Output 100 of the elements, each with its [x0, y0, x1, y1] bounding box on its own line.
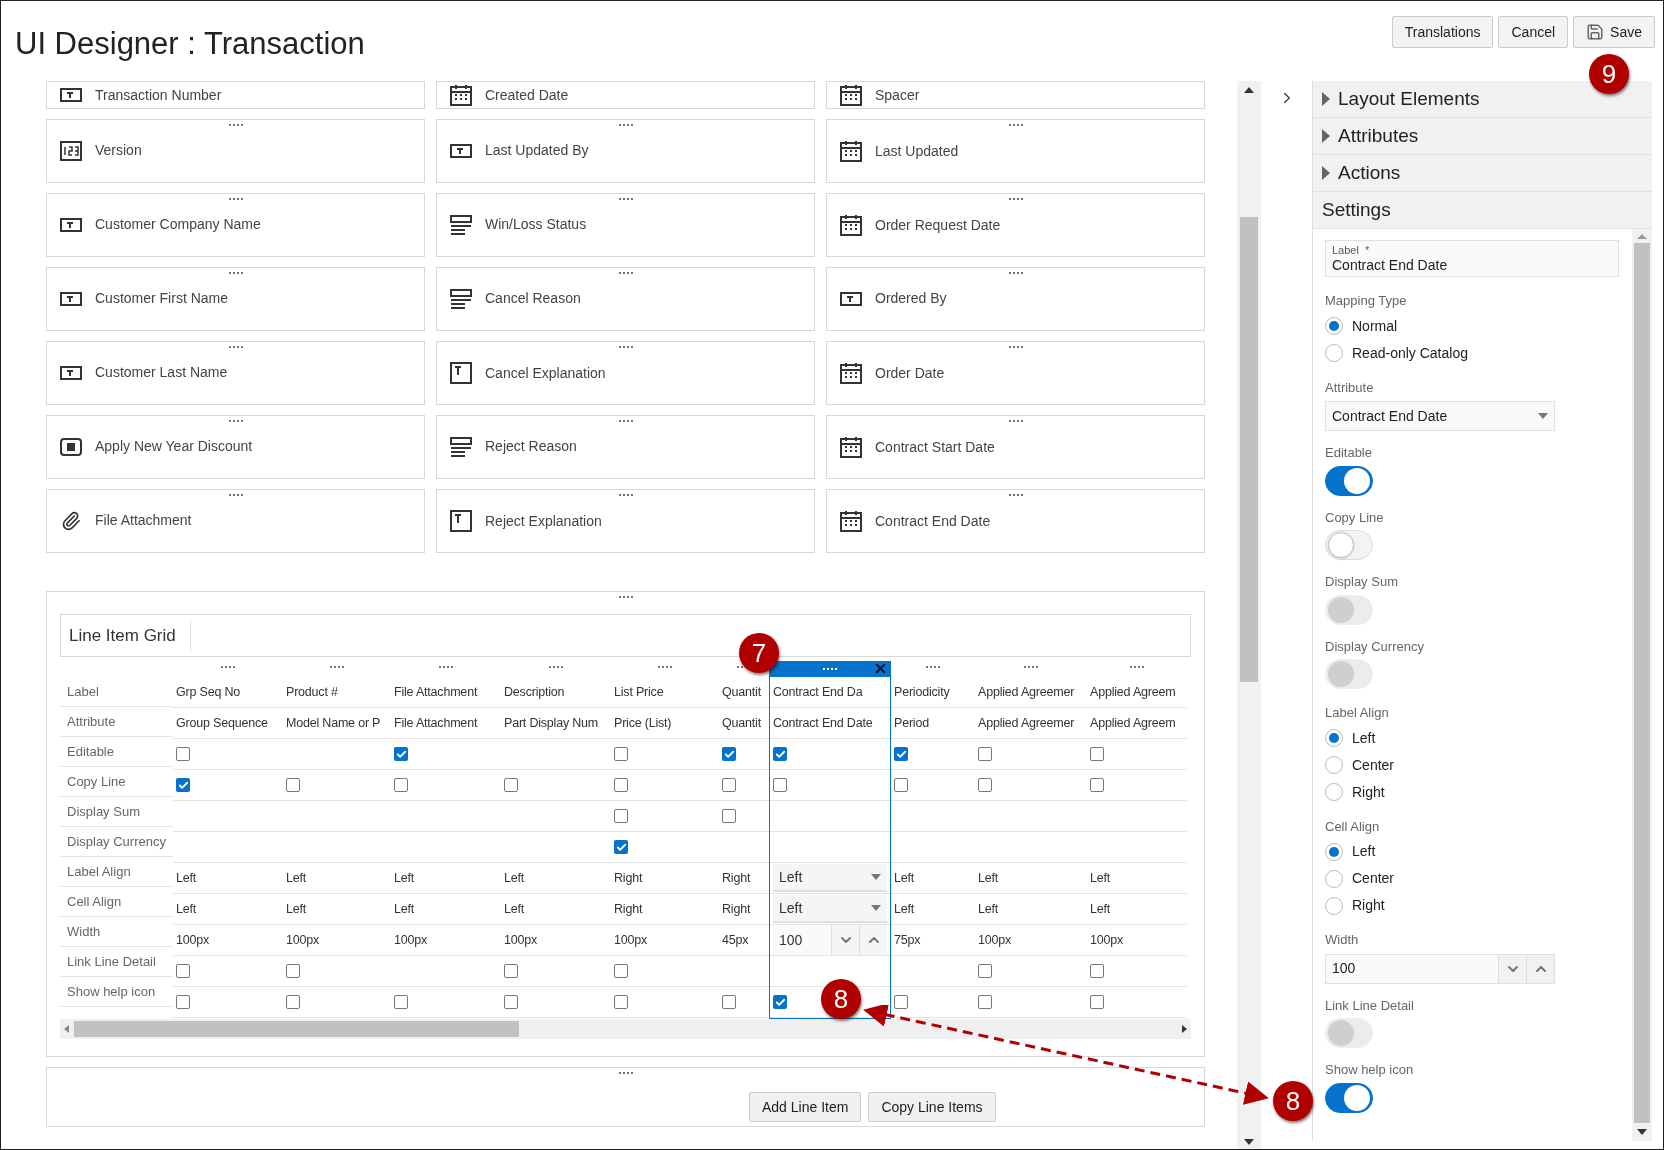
grid-action-button[interactable]: Add Line Item	[749, 1092, 862, 1122]
checkbox[interactable]	[176, 995, 190, 1009]
drag-handle-icon[interactable]	[618, 272, 633, 274]
drag-handle-icon[interactable]	[618, 494, 633, 496]
drag-handle-icon[interactable]	[618, 198, 633, 200]
checkbox[interactable]	[614, 747, 628, 761]
drag-handle-icon[interactable]	[228, 124, 243, 126]
field-card[interactable]: Win/Loss Status	[436, 193, 815, 257]
checkbox[interactable]	[614, 964, 628, 978]
drag-handle-icon[interactable]	[618, 1072, 633, 1074]
drag-handle-icon[interactable]	[1008, 124, 1023, 126]
drag-handle-icon[interactable]	[618, 124, 633, 126]
checkbox[interactable]	[1090, 964, 1104, 978]
radio-button[interactable]	[1325, 344, 1343, 362]
panel-section-header[interactable]: Attributes	[1313, 118, 1652, 155]
radio-button[interactable]	[1325, 842, 1343, 861]
checkbox[interactable]	[614, 809, 628, 823]
checkbox[interactable]	[286, 995, 300, 1009]
field-card[interactable]: Apply New Year Discount	[46, 415, 425, 479]
panel-section-header[interactable]: Actions	[1313, 155, 1652, 192]
checkbox[interactable]	[978, 995, 992, 1009]
field-card[interactable]: Transaction Number	[46, 81, 425, 109]
checkbox[interactable]	[1090, 747, 1104, 761]
column-header-bar[interactable]	[770, 661, 890, 677]
radio-button[interactable]	[1325, 317, 1343, 335]
field-card[interactable]: Cancel Reason	[436, 267, 815, 331]
checkbox[interactable]	[286, 964, 300, 978]
drag-handle-icon[interactable]	[1008, 346, 1023, 348]
drag-handle-icon[interactable]	[330, 666, 344, 668]
field-card[interactable]: Reject Reason	[436, 415, 815, 479]
checkbox[interactable]	[773, 778, 787, 792]
drag-handle-icon[interactable]	[221, 666, 235, 668]
checkbox[interactable]	[176, 964, 190, 978]
toolbar-button[interactable]: Cancel	[1498, 16, 1569, 48]
drag-handle-icon[interactable]	[926, 666, 940, 668]
checkbox[interactable]	[286, 778, 300, 792]
checkbox[interactable]	[894, 995, 908, 1009]
checkbox[interactable]	[1090, 778, 1104, 792]
checkbox[interactable]	[394, 995, 408, 1009]
drag-handle-icon[interactable]	[1024, 666, 1038, 668]
field-card[interactable]: Version	[46, 119, 425, 183]
attribute-select[interactable]: Contract End Date	[1325, 401, 1555, 431]
drag-handle-icon[interactable]	[618, 420, 633, 422]
drag-handle-icon[interactable]	[1008, 494, 1023, 496]
checkbox[interactable]	[894, 778, 908, 792]
field-card[interactable]: Customer First Name	[46, 267, 425, 331]
panel-section-header[interactable]: Settings	[1313, 192, 1652, 229]
canvas-scrollbar[interactable]	[1237, 81, 1261, 1149]
checkbox[interactable]	[722, 778, 736, 792]
radio-button[interactable]	[1325, 783, 1343, 801]
checkbox[interactable]	[722, 809, 736, 823]
panel-scrollbar[interactable]	[1632, 229, 1652, 1141]
field-card[interactable]: Order Date	[826, 341, 1205, 405]
checkbox[interactable]	[504, 964, 518, 978]
close-icon[interactable]	[873, 661, 888, 676]
drag-handle-icon[interactable]	[228, 420, 243, 422]
checkbox[interactable]	[894, 747, 908, 761]
drag-handle-icon[interactable]	[1130, 666, 1144, 668]
checkbox[interactable]	[614, 778, 628, 792]
checkbox[interactable]	[614, 840, 628, 854]
radio-button[interactable]	[1325, 869, 1343, 888]
drag-handle-icon[interactable]	[228, 198, 243, 200]
checkbox[interactable]	[394, 778, 408, 792]
field-card[interactable]: Customer Last Name	[46, 341, 425, 405]
checkbox[interactable]	[504, 778, 518, 792]
drag-handle-icon[interactable]	[1008, 420, 1023, 422]
field-card[interactable]: Contract Start Date	[826, 415, 1205, 479]
drag-handle-icon[interactable]	[1008, 198, 1023, 200]
drag-handle-icon[interactable]	[228, 272, 243, 274]
drag-handle-icon[interactable]	[1008, 272, 1023, 274]
checkbox[interactable]	[614, 995, 628, 1009]
toggle-switch[interactable]	[1325, 465, 1373, 496]
width-input[interactable]: 100	[773, 925, 831, 955]
checkbox[interactable]	[504, 995, 518, 1009]
checkbox[interactable]	[722, 995, 736, 1009]
drag-handle-icon[interactable]	[618, 346, 633, 348]
horizontal-scrollbar[interactable]	[60, 1019, 1191, 1039]
field-card[interactable]: Reject Explanation	[436, 489, 815, 553]
field-card[interactable]: Contract End Date	[826, 489, 1205, 553]
toggle-switch[interactable]	[1325, 1082, 1373, 1113]
checkbox[interactable]	[978, 778, 992, 792]
radio-button[interactable]	[1325, 896, 1343, 915]
radio-button[interactable]	[1325, 756, 1343, 774]
field-card[interactable]: Ordered By	[826, 267, 1205, 331]
checkbox[interactable]	[978, 747, 992, 761]
field-card[interactable]: File Attachment	[46, 489, 425, 553]
field-card[interactable]: Order Request Date	[826, 193, 1205, 257]
checkbox[interactable]	[722, 747, 736, 761]
field-card[interactable]: Last Updated	[826, 119, 1205, 183]
toolbar-button[interactable]: Translations	[1391, 16, 1494, 48]
checkbox[interactable]	[394, 747, 408, 761]
checkbox[interactable]	[978, 964, 992, 978]
drag-handle-icon[interactable]	[228, 346, 243, 348]
field-card[interactable]: Last Updated By	[436, 119, 815, 183]
drag-handle-icon[interactable]	[549, 666, 563, 668]
save-button[interactable]: Save	[1573, 16, 1655, 48]
checkbox[interactable]	[773, 995, 787, 1009]
align-select[interactable]: Left	[773, 864, 887, 892]
field-card[interactable]: Created Date	[436, 81, 815, 109]
drag-handle-icon[interactable]	[658, 666, 672, 668]
